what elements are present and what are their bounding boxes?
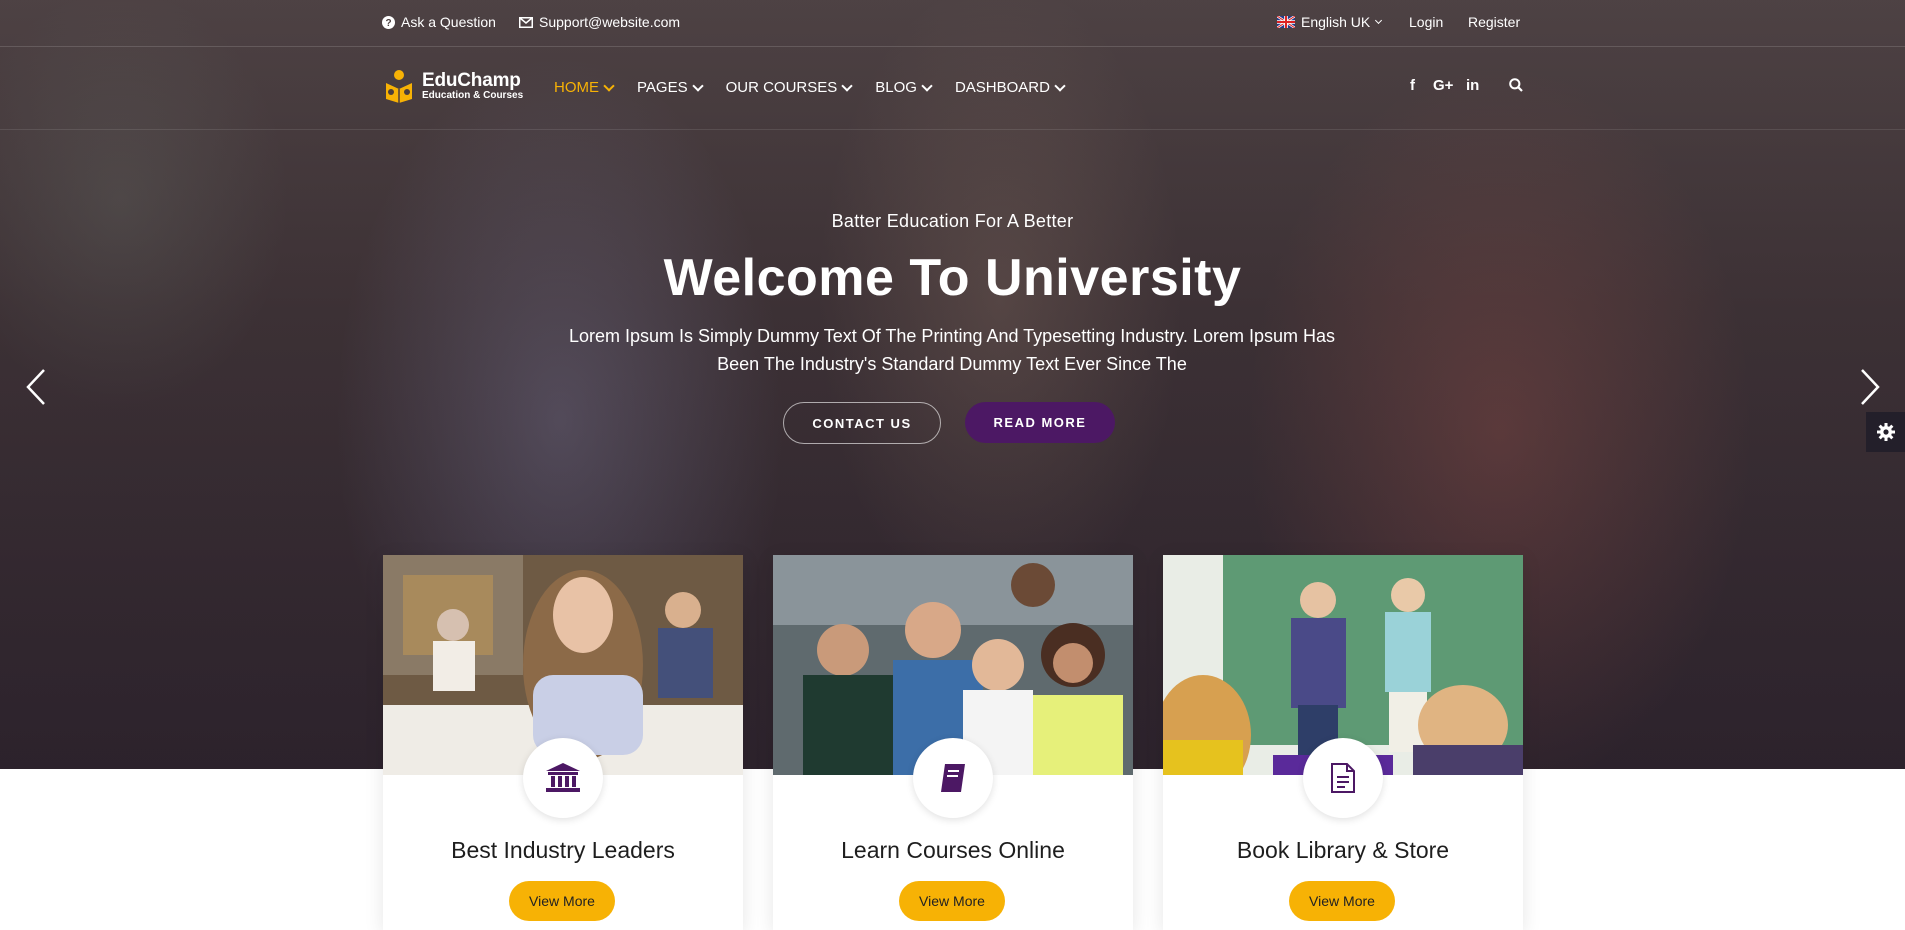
nav-home[interactable]: HOME <box>554 79 615 96</box>
card-icon-circle <box>913 738 993 818</box>
chevron-down-icon <box>1375 16 1383 24</box>
nav-dashboard[interactable]: DASHBOARD <box>954 79 1066 96</box>
nav-blog-label: BLOG <box>875 79 917 96</box>
register-label: Register <box>1468 14 1521 30</box>
slider-next-arrow-icon[interactable] <box>1858 368 1882 406</box>
feature-card-industry-leaders: Best Industry Leaders View More <box>383 555 743 930</box>
brand-name: EduChamp <box>422 69 521 91</box>
card-icon-circle <box>1303 738 1383 818</box>
ask-question-label: Ask a Question <box>401 14 496 30</box>
register-link[interactable]: Register <box>1468 14 1520 30</box>
site-logo[interactable]: EduChamp Education & Courses <box>382 69 523 103</box>
svg-text:?: ? <box>385 18 391 29</box>
nav-pages-label: PAGES <box>637 79 688 96</box>
read-more-button[interactable]: READ MORE <box>965 402 1115 443</box>
card-icon-circle <box>523 738 603 818</box>
bank-icon <box>546 763 580 792</box>
login-label: Login <box>1409 14 1444 30</box>
settings-gear-button[interactable] <box>1866 412 1905 452</box>
question-circle-icon: ? <box>382 15 395 29</box>
google-plus-icon[interactable]: G+ <box>1433 77 1453 94</box>
support-email-link[interactable]: Support@website.com <box>519 14 680 30</box>
main-navbar: EduChamp Education & Courses HOME PAGES … <box>0 47 1905 130</box>
support-email-label: Support@website.com <box>539 14 681 30</box>
envelope-icon <box>519 16 533 28</box>
chevron-down-icon <box>841 79 853 92</box>
feature-card-library-store: Book Library & Store View More <box>1163 555 1523 930</box>
view-more-button[interactable]: View More <box>509 881 615 921</box>
document-icon <box>1331 763 1355 793</box>
view-more-button[interactable]: View More <box>1289 881 1395 921</box>
uk-flag-icon <box>1277 16 1295 28</box>
nav-our-courses[interactable]: OUR COURSES <box>725 79 853 96</box>
hero-title: Welcome To University <box>663 249 1242 307</box>
language-selector[interactable]: English UK <box>1277 14 1383 30</box>
view-more-button[interactable]: View More <box>899 881 1005 921</box>
slider-prev-arrow-icon[interactable] <box>24 368 48 406</box>
login-link[interactable]: Login <box>1409 14 1443 30</box>
book-icon <box>941 764 965 792</box>
facebook-icon[interactable]: f <box>1410 77 1415 94</box>
brand-tagline: Education & Courses <box>422 89 524 101</box>
chevron-down-icon <box>603 79 615 92</box>
gear-icon <box>1876 423 1895 441</box>
contact-us-button[interactable]: CONTACT US <box>783 402 941 444</box>
language-label: English UK <box>1301 14 1371 30</box>
chevron-down-icon <box>1054 79 1066 92</box>
chevron-down-icon <box>921 79 933 92</box>
linkedin-icon[interactable]: in <box>1466 77 1479 94</box>
hero-subtitle: Batter Education For A Better <box>831 211 1074 231</box>
main-menu: HOME PAGES OUR COURSES BLOG DASHBOARD <box>554 79 1066 96</box>
ask-question-link[interactable]: ? Ask a Question <box>382 14 496 30</box>
card-title: Learn Courses Online <box>841 837 1065 863</box>
nav-blog[interactable]: BLOG <box>875 79 933 96</box>
feature-card-courses-online: Learn Courses Online View More <box>773 555 1133 930</box>
hero-description: Lorem Ipsum Is Simply Dummy Text Of The … <box>569 326 1335 374</box>
reading-student-logo-icon <box>386 70 412 103</box>
top-bar: ? Ask a Question Support@website.com Eng… <box>0 0 1905 47</box>
nav-pages[interactable]: PAGES <box>637 79 704 96</box>
card-title: Best Industry Leaders <box>451 837 675 863</box>
nav-our-courses-label: OUR COURSES <box>725 79 838 96</box>
nav-dashboard-label: DASHBOARD <box>954 79 1050 96</box>
card-title: Book Library & Store <box>1236 837 1450 863</box>
search-icon[interactable] <box>1509 78 1523 92</box>
nav-home-label: HOME <box>554 79 599 96</box>
chevron-down-icon <box>691 79 704 92</box>
